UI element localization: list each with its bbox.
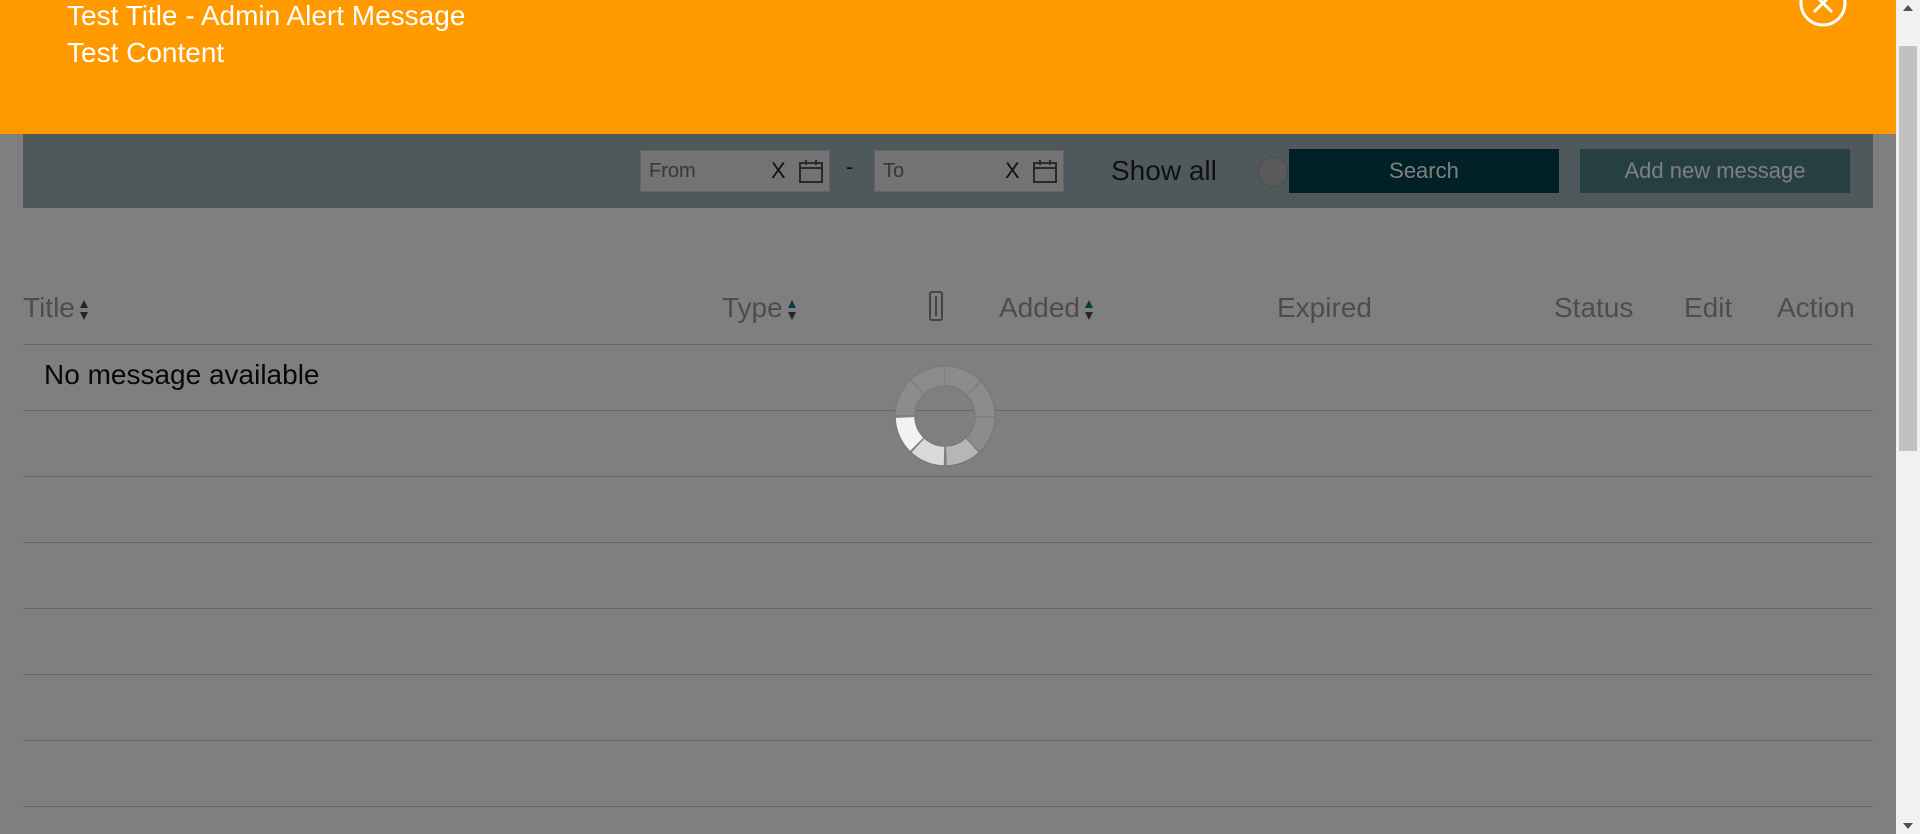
scroll-down-arrow-icon[interactable]: [1896, 816, 1920, 834]
scrollbar-thumb[interactable]: [1899, 46, 1917, 451]
loading-spinner-icon: [894, 365, 996, 467]
admin-alert-banner: Test Title - Admin Alert Message Test Co…: [0, 0, 1896, 134]
page: X - X Show all Search Add new message: [0, 0, 1896, 834]
scroll-up-arrow-icon[interactable]: [1896, 0, 1920, 18]
close-circle-icon[interactable]: [1798, 0, 1848, 28]
alert-content: Test Content: [67, 37, 225, 68]
alert-title: Test Title - Admin Alert Message: [67, 0, 466, 31]
vertical-scrollbar[interactable]: [1896, 0, 1920, 834]
